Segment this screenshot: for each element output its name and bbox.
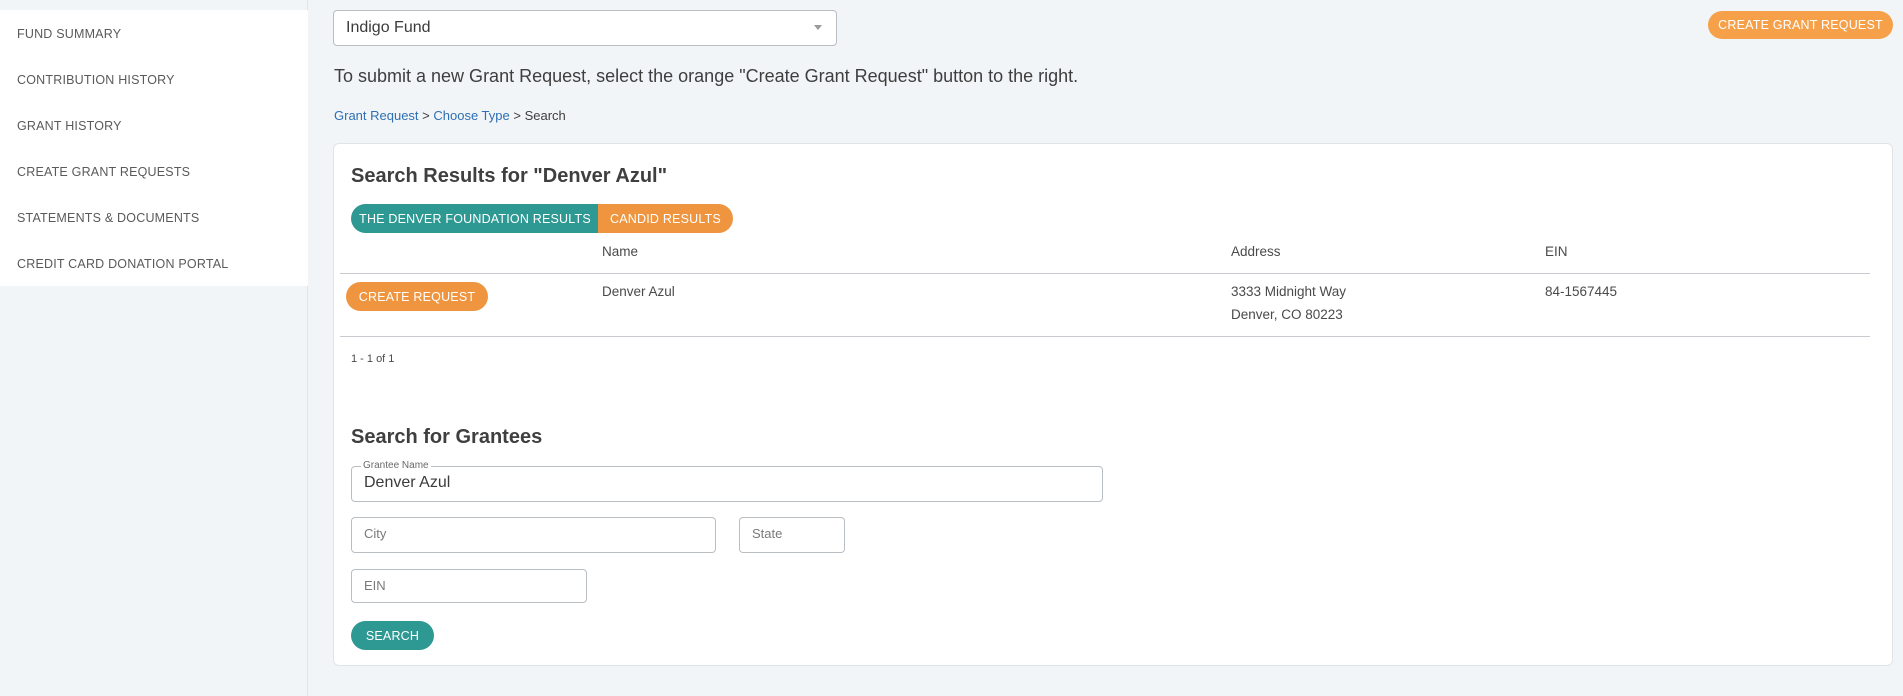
breadcrumb-separator: > — [509, 108, 525, 123]
tab-denver-foundation-results[interactable]: THE DENVER FOUNDATION RESULTS — [351, 204, 599, 233]
sidebar-item-statements-documents[interactable]: STATEMENTS & DOCUMENTS — [17, 211, 199, 225]
sidebar: FUND SUMMARY CONTRIBUTION HISTORY GRANT … — [0, 0, 308, 696]
breadcrumb-current: Search — [524, 108, 566, 123]
chevron-down-icon — [814, 25, 822, 30]
state-placeholder: State — [752, 526, 783, 541]
sidebar-item-create-grant-requests[interactable]: CREATE GRANT REQUESTS — [17, 165, 190, 179]
results-card: Search Results for "Denver Azul" THE DEN… — [333, 143, 1893, 666]
fund-select[interactable]: Indigo Fund — [333, 10, 837, 46]
sidebar-item-credit-card-donation-portal[interactable]: CREDIT CARD DONATION PORTAL — [17, 257, 228, 271]
instructions-text: To submit a new Grant Request, select th… — [334, 66, 1079, 86]
grantee-name-label: Grantee Name — [361, 460, 431, 471]
grantee-name-field[interactable]: Grantee Name Denver Azul — [351, 460, 1103, 502]
row-ein: 84-1567445 — [1545, 284, 1618, 299]
fund-select-value: Indigo Fund — [346, 19, 431, 36]
search-button[interactable]: SEARCH — [351, 621, 434, 650]
tab-candid-results[interactable]: CANDID RESULTS — [598, 204, 733, 233]
ein-placeholder: EIN — [364, 578, 386, 593]
sidebar-item-grant-history[interactable]: GRANT HISTORY — [17, 119, 122, 133]
pagination-text: 1 - 1 of 1 — [351, 353, 395, 365]
sidebar-item-fund-summary[interactable]: FUND SUMMARY — [17, 27, 121, 41]
create-request-button[interactable]: CREATE REQUEST — [346, 282, 488, 311]
breadcrumb: Grant Request > Choose Type > Search — [334, 108, 566, 123]
column-header-ein: EIN — [1545, 244, 1568, 259]
row-address-line2: Denver, CO 80223 — [1231, 307, 1343, 322]
grantee-name-value: Denver Azul — [364, 474, 451, 491]
ein-field[interactable]: EIN — [351, 569, 587, 603]
state-field[interactable]: State — [739, 517, 845, 553]
table-header-divider — [340, 273, 1870, 274]
row-address-line1: 3333 Midnight Way — [1231, 284, 1347, 299]
sidebar-item-contribution-history[interactable]: CONTRIBUTION HISTORY — [17, 73, 175, 87]
sidebar-menu: FUND SUMMARY CONTRIBUTION HISTORY GRANT … — [0, 10, 308, 286]
breadcrumb-grant-request-link[interactable]: Grant Request — [334, 108, 419, 123]
row-name: Denver Azul — [602, 284, 675, 299]
breadcrumb-choose-type-link[interactable]: Choose Type — [433, 108, 509, 123]
city-field[interactable]: City — [351, 517, 716, 553]
city-placeholder: City — [364, 526, 387, 541]
table-bottom-divider — [340, 336, 1870, 337]
results-title: Search Results for "Denver Azul" — [351, 165, 668, 187]
column-header-address: Address — [1231, 244, 1281, 259]
column-header-name: Name — [602, 244, 639, 259]
search-grantees-title: Search for Grantees — [351, 426, 543, 448]
breadcrumb-separator: > — [418, 108, 434, 123]
create-grant-request-button[interactable]: CREATE GRANT REQUEST — [1708, 11, 1893, 39]
